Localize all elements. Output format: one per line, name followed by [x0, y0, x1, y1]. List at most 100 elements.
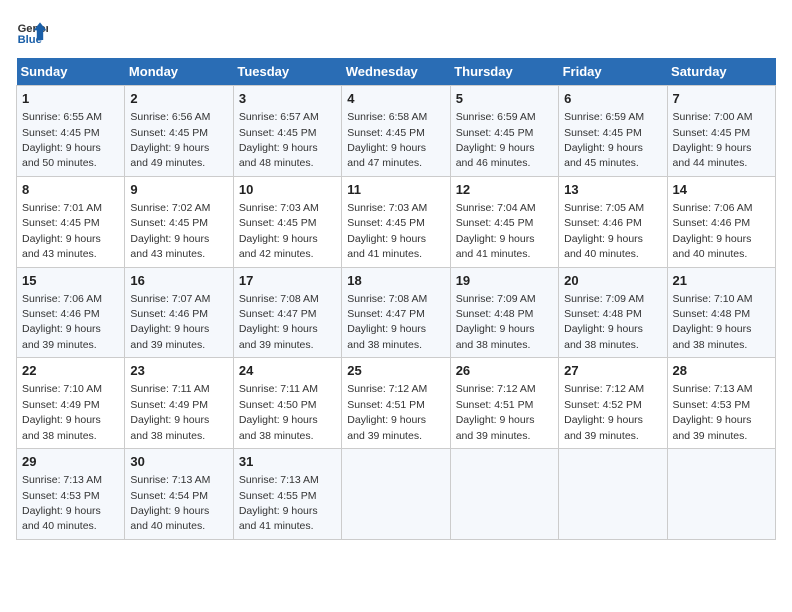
day-number: 2 [130, 90, 227, 108]
calendar-day-cell [450, 449, 558, 540]
calendar-day-cell: 23 Sunrise: 7:11 AMSunset: 4:49 PMDayligh… [125, 358, 233, 449]
day-number: 10 [239, 181, 336, 199]
day-number: 9 [130, 181, 227, 199]
calendar-table: SundayMondayTuesdayWednesdayThursdayFrid… [16, 58, 776, 540]
day-number: 15 [22, 272, 119, 290]
calendar-day-cell: 15 Sunrise: 7:06 AMSunset: 4:46 PMDayligh… [17, 267, 125, 358]
calendar-day-cell: 10 Sunrise: 7:03 AMSunset: 4:45 PMDayligh… [233, 176, 341, 267]
day-info: Sunrise: 6:56 AMSunset: 4:45 PMDaylight:… [130, 111, 210, 169]
day-number: 19 [456, 272, 553, 290]
calendar-day-cell: 7 Sunrise: 7:00 AMSunset: 4:45 PMDaylight… [667, 86, 775, 177]
day-info: Sunrise: 7:10 AMSunset: 4:49 PMDaylight:… [22, 383, 102, 441]
day-number: 13 [564, 181, 661, 199]
day-info: Sunrise: 7:02 AMSunset: 4:45 PMDaylight:… [130, 202, 210, 260]
day-info: Sunrise: 7:08 AMSunset: 4:47 PMDaylight:… [347, 293, 427, 351]
day-number: 29 [22, 453, 119, 471]
calendar-day-cell [667, 449, 775, 540]
day-info: Sunrise: 7:12 AMSunset: 4:51 PMDaylight:… [456, 383, 536, 441]
calendar-day-cell: 24 Sunrise: 7:11 AMSunset: 4:50 PMDayligh… [233, 358, 341, 449]
day-number: 22 [22, 362, 119, 380]
day-number: 23 [130, 362, 227, 380]
day-info: Sunrise: 7:11 AMSunset: 4:50 PMDaylight:… [239, 383, 318, 441]
day-number: 26 [456, 362, 553, 380]
day-number: 4 [347, 90, 444, 108]
day-info: Sunrise: 6:58 AMSunset: 4:45 PMDaylight:… [347, 111, 427, 169]
day-number: 17 [239, 272, 336, 290]
day-number: 3 [239, 90, 336, 108]
calendar-week-row: 15 Sunrise: 7:06 AMSunset: 4:46 PMDayligh… [17, 267, 776, 358]
calendar-day-cell: 14 Sunrise: 7:06 AMSunset: 4:46 PMDayligh… [667, 176, 775, 267]
calendar-day-cell: 17 Sunrise: 7:08 AMSunset: 4:47 PMDayligh… [233, 267, 341, 358]
weekday-header: Monday [125, 58, 233, 86]
day-number: 8 [22, 181, 119, 199]
weekday-header: Sunday [17, 58, 125, 86]
calendar-day-cell [342, 449, 450, 540]
weekday-header: Saturday [667, 58, 775, 86]
day-info: Sunrise: 7:05 AMSunset: 4:46 PMDaylight:… [564, 202, 644, 260]
calendar-week-row: 8Sunrise: 7:01 AMSunset: 4:45 PMDaylight… [17, 176, 776, 267]
calendar-day-cell: 4 Sunrise: 6:58 AMSunset: 4:45 PMDaylight… [342, 86, 450, 177]
day-info: Sunrise: 7:06 AMSunset: 4:46 PMDaylight:… [22, 293, 102, 351]
calendar-day-cell: 18Sunrise: 7:08 AMSunset: 4:47 PMDayligh… [342, 267, 450, 358]
calendar-day-cell: 26 Sunrise: 7:12 AMSunset: 4:51 PMDayligh… [450, 358, 558, 449]
day-number: 6 [564, 90, 661, 108]
calendar-day-cell: 16Sunrise: 7:07 AMSunset: 4:46 PMDayligh… [125, 267, 233, 358]
day-info: Sunrise: 7:12 AMSunset: 4:51 PMDaylight:… [347, 383, 427, 441]
day-number: 7 [673, 90, 770, 108]
calendar-day-cell: 3 Sunrise: 6:57 AMSunset: 4:45 PMDaylight… [233, 86, 341, 177]
day-info: Sunrise: 6:59 AMSunset: 4:45 PMDaylight:… [564, 111, 644, 169]
calendar-day-cell: 28 Sunrise: 7:13 AMSunset: 4:53 PMDayligh… [667, 358, 775, 449]
day-info: Sunrise: 7:10 AMSunset: 4:48 PMDaylight:… [673, 293, 753, 351]
day-info: Sunrise: 7:11 AMSunset: 4:49 PMDaylight:… [130, 383, 209, 441]
calendar-day-cell: 20 Sunrise: 7:09 AMSunset: 4:48 PMDayligh… [559, 267, 667, 358]
day-info: Sunrise: 7:13 AMSunset: 4:53 PMDaylight:… [673, 383, 753, 441]
day-info: Sunrise: 7:03 AMSunset: 4:45 PMDaylight:… [239, 202, 319, 260]
weekday-header: Wednesday [342, 58, 450, 86]
day-info: Sunrise: 7:03 AMSunset: 4:45 PMDaylight:… [347, 202, 427, 260]
calendar-week-row: 29Sunrise: 7:13 AMSunset: 4:53 PMDayligh… [17, 449, 776, 540]
calendar-day-cell: 30 Sunrise: 7:13 AMSunset: 4:54 PMDayligh… [125, 449, 233, 540]
calendar-day-cell: 27 Sunrise: 7:12 AMSunset: 4:52 PMDayligh… [559, 358, 667, 449]
day-info: Sunrise: 6:57 AMSunset: 4:45 PMDaylight:… [239, 111, 319, 169]
calendar-day-cell: 2 Sunrise: 6:56 AMSunset: 4:45 PMDaylight… [125, 86, 233, 177]
day-info: Sunrise: 7:13 AMSunset: 4:55 PMDaylight:… [239, 474, 319, 532]
page-header: General Blue [16, 16, 776, 48]
calendar-day-cell: 11 Sunrise: 7:03 AMSunset: 4:45 PMDayligh… [342, 176, 450, 267]
day-number: 27 [564, 362, 661, 380]
calendar-day-cell: 19 Sunrise: 7:09 AMSunset: 4:48 PMDayligh… [450, 267, 558, 358]
day-info: Sunrise: 7:09 AMSunset: 4:48 PMDaylight:… [564, 293, 644, 351]
day-number: 28 [673, 362, 770, 380]
calendar-day-cell: 8Sunrise: 7:01 AMSunset: 4:45 PMDaylight… [17, 176, 125, 267]
calendar-day-cell: 25 Sunrise: 7:12 AMSunset: 4:51 PMDayligh… [342, 358, 450, 449]
day-number: 14 [673, 181, 770, 199]
day-number: 31 [239, 453, 336, 471]
calendar-day-cell: 1Sunrise: 6:55 AMSunset: 4:45 PMDaylight… [17, 86, 125, 177]
day-info: Sunrise: 7:06 AMSunset: 4:46 PMDaylight:… [673, 202, 753, 260]
day-number: 24 [239, 362, 336, 380]
calendar-day-cell: 29Sunrise: 7:13 AMSunset: 4:53 PMDayligh… [17, 449, 125, 540]
day-number: 12 [456, 181, 553, 199]
day-info: Sunrise: 6:55 AMSunset: 4:45 PMDaylight:… [22, 111, 102, 169]
day-info: Sunrise: 7:07 AMSunset: 4:46 PMDaylight:… [130, 293, 210, 351]
day-number: 11 [347, 181, 444, 199]
logo-icon: General Blue [16, 16, 48, 48]
calendar-week-row: 1Sunrise: 6:55 AMSunset: 4:45 PMDaylight… [17, 86, 776, 177]
calendar-day-cell: 6 Sunrise: 6:59 AMSunset: 4:45 PMDaylight… [559, 86, 667, 177]
day-number: 21 [673, 272, 770, 290]
day-number: 20 [564, 272, 661, 290]
day-info: Sunrise: 7:08 AMSunset: 4:47 PMDaylight:… [239, 293, 319, 351]
calendar-day-cell: 31 Sunrise: 7:13 AMSunset: 4:55 PMDayligh… [233, 449, 341, 540]
day-number: 25 [347, 362, 444, 380]
logo: General Blue [16, 16, 48, 48]
day-info: Sunrise: 7:09 AMSunset: 4:48 PMDaylight:… [456, 293, 536, 351]
day-info: Sunrise: 7:13 AMSunset: 4:54 PMDaylight:… [130, 474, 210, 532]
day-info: Sunrise: 7:12 AMSunset: 4:52 PMDaylight:… [564, 383, 644, 441]
day-info: Sunrise: 7:00 AMSunset: 4:45 PMDaylight:… [673, 111, 753, 169]
day-number: 30 [130, 453, 227, 471]
calendar-day-cell: 5Sunrise: 6:59 AMSunset: 4:45 PMDaylight… [450, 86, 558, 177]
day-info: Sunrise: 7:04 AMSunset: 4:45 PMDaylight:… [456, 202, 536, 260]
calendar-day-cell: 13 Sunrise: 7:05 AMSunset: 4:46 PMDayligh… [559, 176, 667, 267]
weekday-header: Friday [559, 58, 667, 86]
calendar-day-cell: 12 Sunrise: 7:04 AMSunset: 4:45 PMDayligh… [450, 176, 558, 267]
calendar-day-cell: 21 Sunrise: 7:10 AMSunset: 4:48 PMDayligh… [667, 267, 775, 358]
